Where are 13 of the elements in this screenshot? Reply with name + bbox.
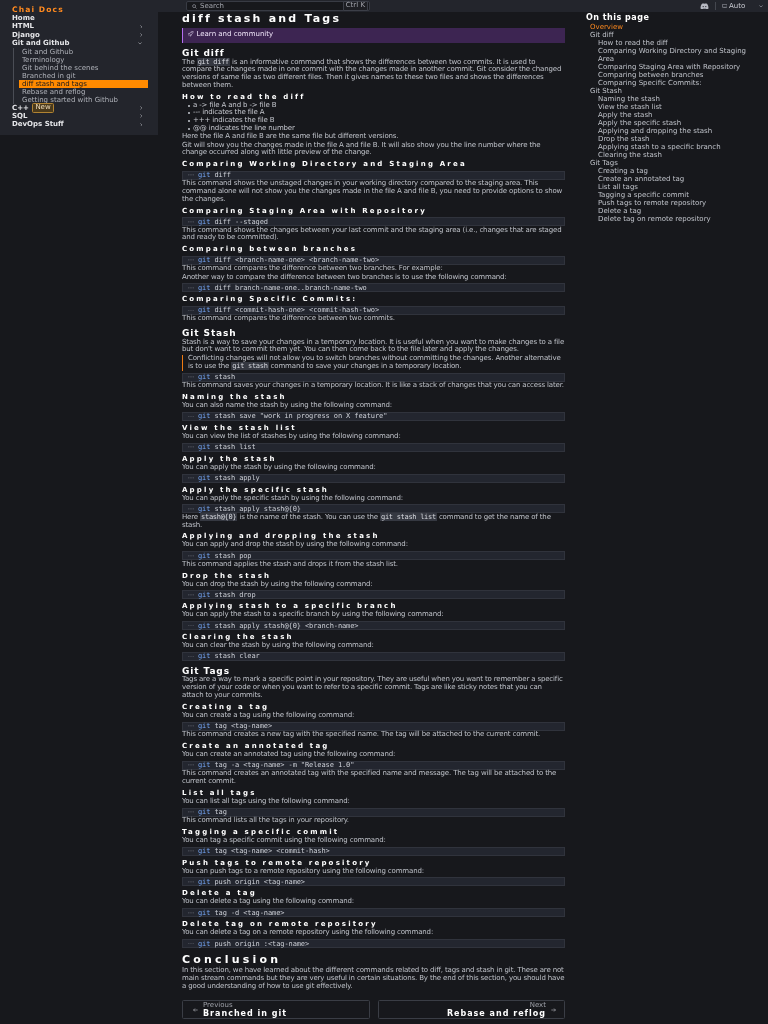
toc-heading: On this page: [586, 13, 651, 23]
rocket-icon: [188, 31, 194, 37]
section-heading: Git Tags: [182, 665, 231, 676]
section-heading: Git Stash: [182, 328, 238, 339]
page-title: diff stash and Tags: [182, 12, 343, 25]
section-heading: Git diff: [182, 48, 226, 58]
chevron-down-icon: [759, 4, 763, 8]
section-heading: Conclusion: [182, 954, 283, 967]
controller-icon[interactable]: [700, 2, 709, 10]
search-icon: [192, 3, 197, 9]
left-arrow-icon: [193, 1007, 198, 1012]
monitor-icon: [721, 3, 727, 9]
right-arrow-icon: [551, 1007, 556, 1012]
